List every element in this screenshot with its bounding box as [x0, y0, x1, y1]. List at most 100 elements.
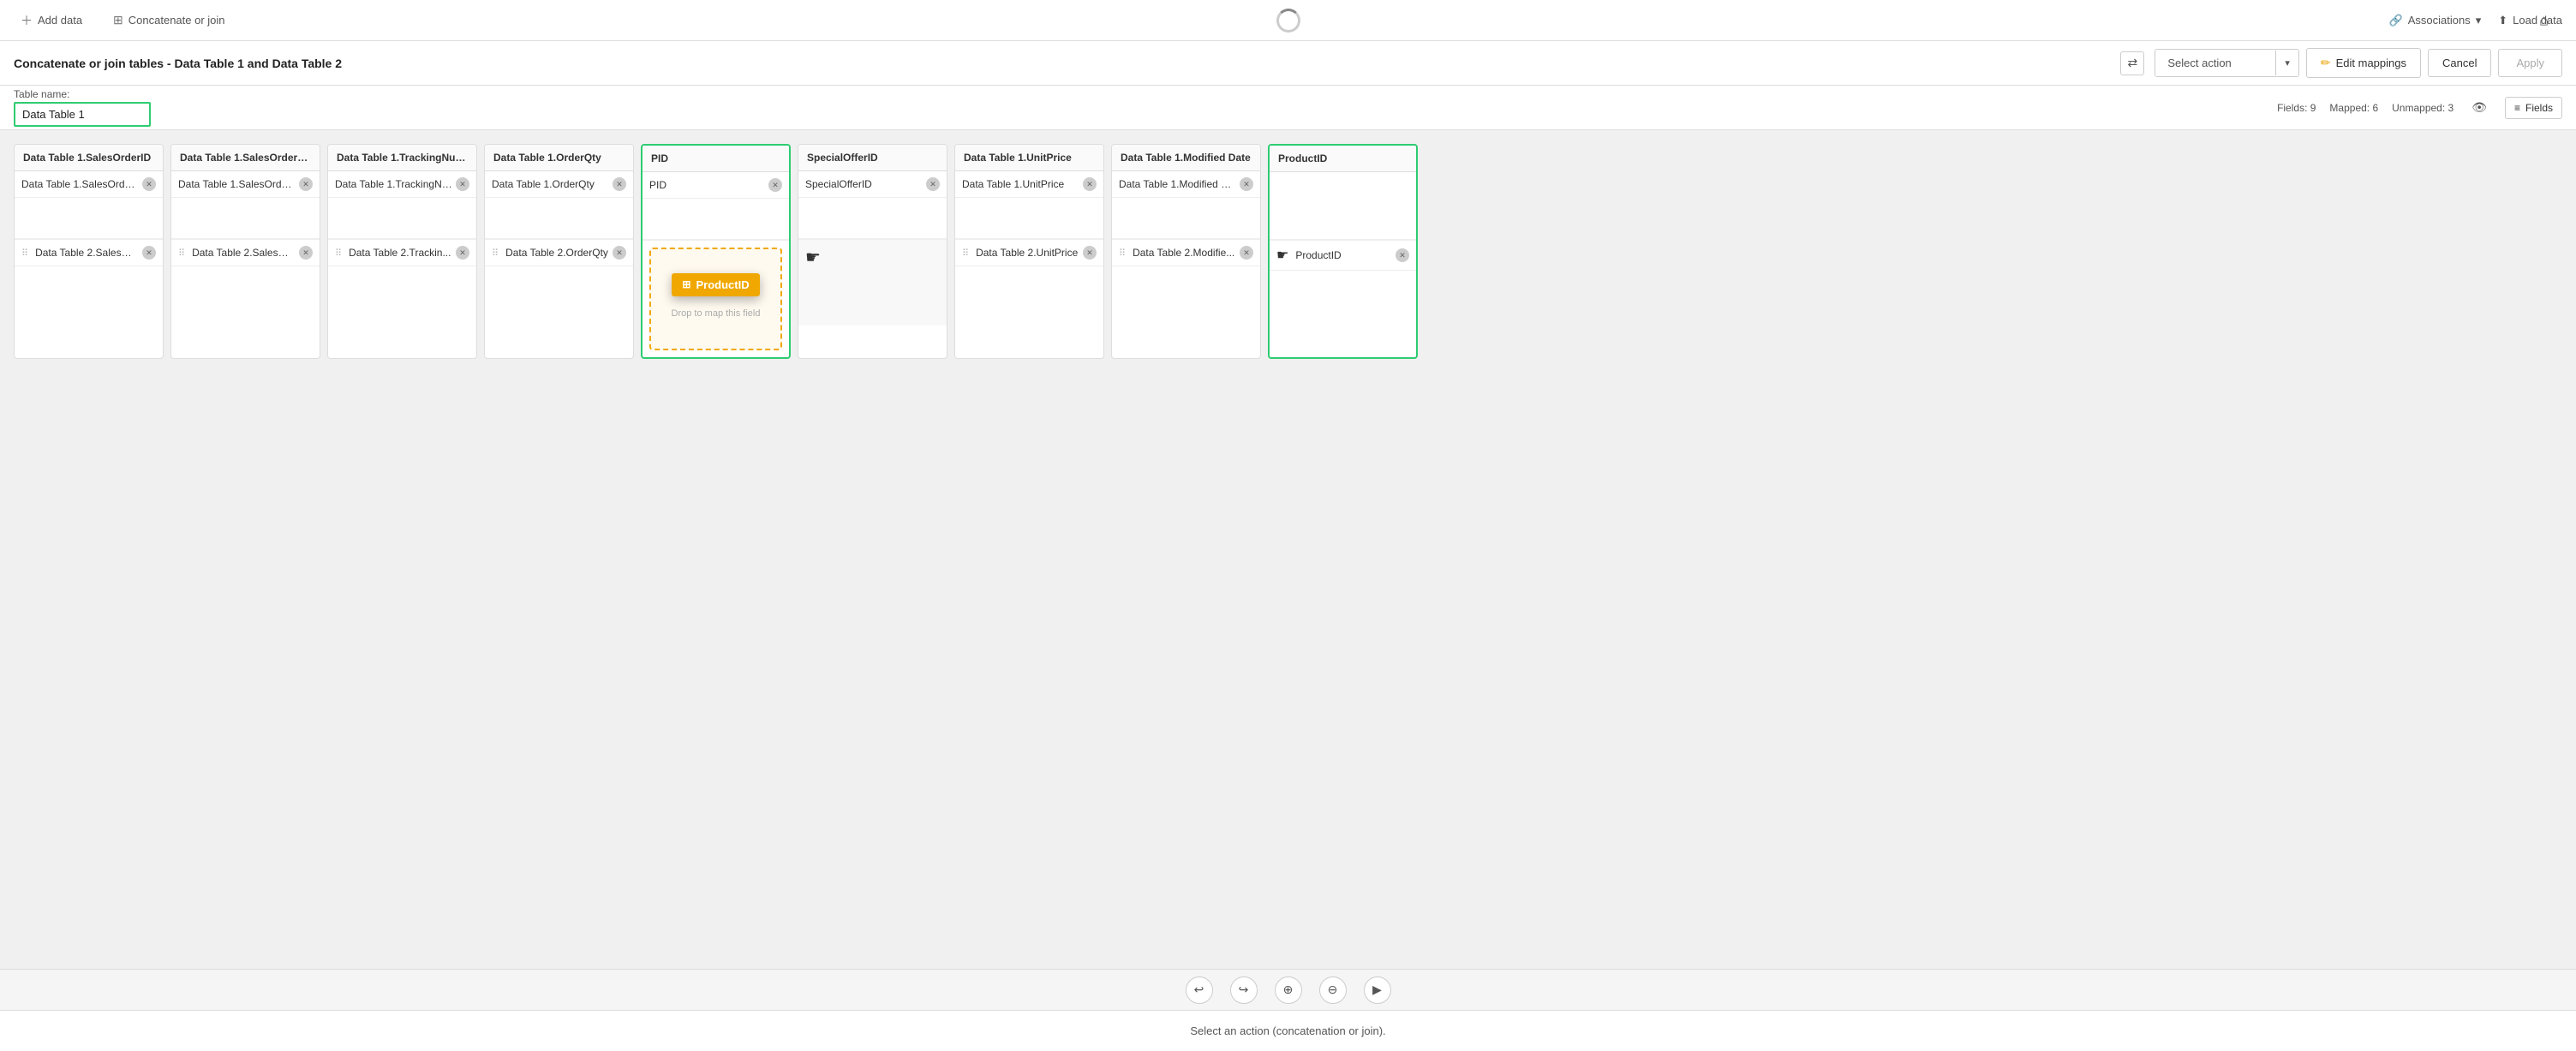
spinner — [1276, 9, 1300, 33]
col-top-section-col5: PID ✕ — [643, 172, 789, 241]
unmapped-count: Unmapped: 3 — [2392, 102, 2453, 114]
associations-btn[interactable]: 🔗 Associations ▾ — [2382, 10, 2489, 31]
home-icon[interactable]: ⌂ — [2539, 11, 2549, 29]
field-tag-bottom: ⠿ Data Table 2.SalesOr... ✕ — [15, 240, 163, 266]
top-nav-right: 🔗 Associations ▾ ⬆ Load data ⌂ — [2382, 10, 2562, 31]
remove-field-btn[interactable]: ✕ — [1240, 246, 1253, 260]
concatenate-join-btn[interactable]: ⊞ Concatenate or join — [106, 9, 231, 31]
select-action-dropdown[interactable]: Select action — [2155, 50, 2275, 76]
remove-field-btn[interactable]: ✕ — [613, 177, 626, 191]
field-tag-text: PID — [649, 179, 765, 191]
field-tag-text: Data Table 1.UnitPrice — [962, 178, 1079, 190]
col-bottom-section-col6: ☛ — [798, 240, 947, 343]
add-data-label: Add data — [38, 14, 82, 27]
play-button[interactable]: ▶ — [1364, 976, 1391, 1004]
table-name-row: Table name: Fields: 9 Mapped: 6 Unmapped… — [0, 86, 2576, 130]
column-card-col8: Data Table 1.Modified DateData Table 1.M… — [1111, 144, 1261, 359]
eye-icon[interactable]: 👁 — [2467, 96, 2491, 119]
remove-field-btn[interactable]: ✕ — [1396, 248, 1409, 262]
remove-field-btn[interactable]: ✕ — [142, 246, 156, 260]
column-card-col3: Data Table 1.TrackingNumberData Table 1.… — [327, 144, 477, 359]
remove-field-btn[interactable]: ✕ — [1083, 246, 1097, 260]
field-tag-bottom: ⠿Data Table 2.UnitPrice ✕ — [955, 240, 1103, 266]
join-icon: ⊞ — [113, 13, 123, 27]
fields-button[interactable]: ≡ Fields — [2505, 97, 2562, 119]
page-title: Concatenate or join tables - Data Table … — [14, 57, 2110, 70]
add-data-btn[interactable]: ＋ Add data — [14, 9, 89, 33]
concat-join-label: Concatenate or join — [129, 14, 225, 27]
pencil-icon: ✏ — [2321, 56, 2331, 70]
column-card-col2: Data Table 1.SalesOrderDetailIDData Tabl… — [170, 144, 320, 359]
field-tag: PID ✕ — [643, 172, 789, 199]
column-card-col9: ProductID☛ProductID ✕ — [1268, 144, 1418, 359]
redo-button[interactable]: ↪ — [1230, 976, 1258, 1004]
zoom-out-button[interactable]: ⊖ — [1319, 976, 1347, 1004]
field-tag: Data Table 1.SalesOrder... ✕ — [171, 171, 320, 198]
dragged-pill: ⊞ProductID — [672, 273, 759, 296]
table-name-left: Table name: — [14, 88, 151, 127]
field-tag-text: Data Table 1.SalesOrder... — [178, 178, 296, 190]
col-top-section-col1: Data Table 1.SalesOrderID ✕ — [15, 171, 163, 240]
remove-field-btn[interactable]: ✕ — [142, 177, 156, 191]
status-message: Select an action (concatenation or join)… — [1190, 1024, 1385, 1037]
column-card-col1: Data Table 1.SalesOrderIDData Table 1.Sa… — [14, 144, 164, 359]
load-data-label: Load data — [2513, 14, 2562, 27]
remove-field-btn[interactable]: ✕ — [768, 178, 782, 192]
field-tag-text: Data Table 2.OrderQty — [505, 247, 609, 259]
table-name-input[interactable] — [14, 102, 151, 127]
col-header-col5: PID — [643, 146, 789, 172]
drop-zone-col5[interactable]: ⊞ProductIDDrop to map this field — [649, 248, 782, 350]
mapped-count: Mapped: 6 — [2329, 102, 2378, 114]
col-bottom-section-col3: ⠿Data Table 2.Trackin... ✕ — [328, 240, 476, 343]
add-icon: ＋ — [21, 12, 33, 29]
col-bottom-section-col9: ☛ProductID ✕ — [1270, 241, 1416, 343]
field-tag: Data Table 1.OrderQty ✕ — [485, 171, 633, 198]
remove-field-btn[interactable]: ✕ — [1240, 177, 1253, 191]
field-tag-text: Data Table 2.UnitPrice — [976, 247, 1079, 259]
undo-button[interactable]: ↩ — [1186, 976, 1213, 1004]
field-tag-text: SpecialOfferID — [805, 178, 923, 190]
drag-handle: ⠿ — [492, 248, 499, 259]
apply-button[interactable]: Apply — [2498, 49, 2562, 77]
field-tag-bottom: ⠿Data Table 2.Trackin... ✕ — [328, 240, 476, 266]
toolbar: Concatenate or join tables - Data Table … — [0, 41, 2576, 86]
col-header-col1: Data Table 1.SalesOrderID — [15, 145, 163, 171]
remove-field-btn[interactable]: ✕ — [926, 177, 940, 191]
field-tag: Data Table 1.TrackingNu... ✕ — [328, 171, 476, 198]
fields-count: Fields: 9 — [2277, 102, 2316, 114]
col-bottom-section-col1: ⠿ Data Table 2.SalesOr... ✕ — [15, 240, 163, 343]
field-tag-text: ProductID — [1295, 249, 1392, 261]
mapping-area: Data Table 1.SalesOrderIDData Table 1.Sa… — [0, 130, 2576, 969]
associations-label: Associations — [2408, 14, 2471, 27]
col-top-section-col3: Data Table 1.TrackingNu... ✕ — [328, 171, 476, 240]
field-tag-text: Data Table 2.Trackin... — [349, 247, 452, 259]
fields-info: Fields: 9 Mapped: 6 Unmapped: 3 👁 ≡ Fiel… — [2277, 96, 2562, 119]
col-header-col6: SpecialOfferID — [798, 145, 947, 171]
load-icon: ⬆ — [2498, 14, 2507, 27]
column-card-col4: Data Table 1.OrderQtyData Table 1.OrderQ… — [484, 144, 634, 359]
edit-mappings-button[interactable]: ✏ Edit mappings — [2306, 48, 2421, 78]
remove-field-btn[interactable]: ✕ — [456, 246, 469, 260]
zoom-in-button[interactable]: ⊕ — [1275, 976, 1302, 1004]
swap-button[interactable]: ⇄ — [2120, 51, 2144, 75]
field-tag-text: Data Table 1.Modified Date — [1119, 178, 1236, 190]
remove-field-btn[interactable]: ✕ — [299, 177, 313, 191]
field-tag-text: Data Table 2.SalesOr... — [35, 247, 139, 259]
drag-handle: ⠿ — [21, 248, 28, 259]
cancel-button[interactable]: Cancel — [2428, 49, 2491, 77]
remove-field-btn[interactable]: ✕ — [299, 246, 313, 260]
field-tag: Data Table 1.UnitPrice ✕ — [955, 171, 1103, 198]
field-tag-text: Data Table 2.Modifie... — [1133, 247, 1236, 259]
remove-field-btn[interactable]: ✕ — [613, 246, 626, 260]
drag-handle: ⠿ — [178, 248, 185, 259]
load-data-btn[interactable]: ⬆ Load data — [2498, 14, 2562, 27]
field-tag-text: Data Table 1.OrderQty — [492, 178, 609, 190]
remove-field-btn[interactable]: ✕ — [456, 177, 469, 191]
table-name-input-wrapper: Table name: — [14, 88, 151, 127]
remove-field-btn[interactable]: ✕ — [1083, 177, 1097, 191]
select-action-arrow[interactable]: ▾ — [2275, 51, 2298, 75]
col-header-col7: Data Table 1.UnitPrice — [955, 145, 1103, 171]
col-bottom-section-col5: ⊞ProductIDDrop to map this field — [643, 248, 789, 350]
col-top-section-col6: SpecialOfferID ✕ — [798, 171, 947, 240]
grid-icon: ⊞ — [682, 278, 690, 290]
